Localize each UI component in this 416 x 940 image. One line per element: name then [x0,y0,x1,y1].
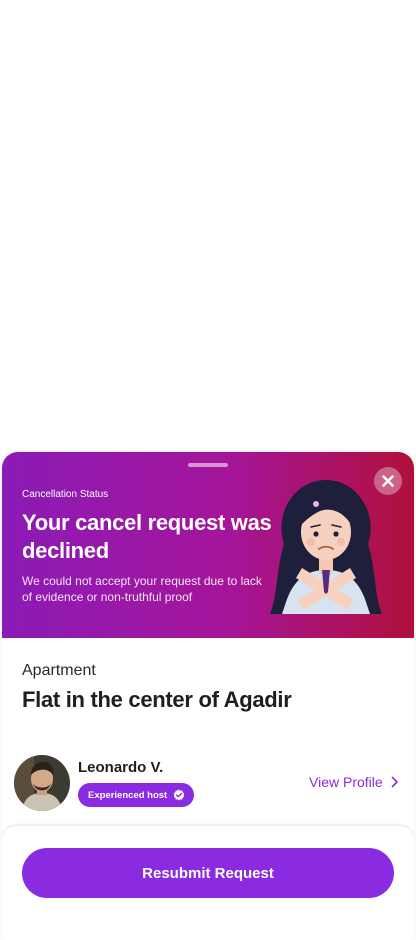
host-badge-label: Experienced host [88,789,168,801]
host-row: Leonardo V. Experienced host View Profil… [14,755,402,811]
view-profile-link[interactable]: View Profile [309,774,399,790]
drag-handle[interactable] [188,463,228,467]
woman-crossing-arms-illustration [270,480,382,614]
verified-check-icon [174,789,185,801]
listing-title: Flat in the center of Agadir [22,687,292,712]
cancellation-status-sheet: Cancellation Status Your cancel request … [2,452,414,940]
chevron-right-icon [391,776,398,788]
status-label: Cancellation Status [22,489,109,500]
action-footer: Resubmit Request [2,826,414,940]
view-profile-label: View Profile [309,774,383,790]
listing-category: Apartment [22,662,96,679]
host-badge: Experienced host [78,783,195,807]
host-name: Leonardo V. [78,759,164,776]
resubmit-request-button[interactable]: Resubmit Request [22,848,394,898]
status-title: Your cancel request was declined [22,510,272,563]
page-backdrop [0,0,416,452]
avatar[interactable] [14,755,70,811]
status-description: We could not accept your request due to … [22,574,262,604]
status-banner: Cancellation Status Your cancel request … [2,452,414,638]
